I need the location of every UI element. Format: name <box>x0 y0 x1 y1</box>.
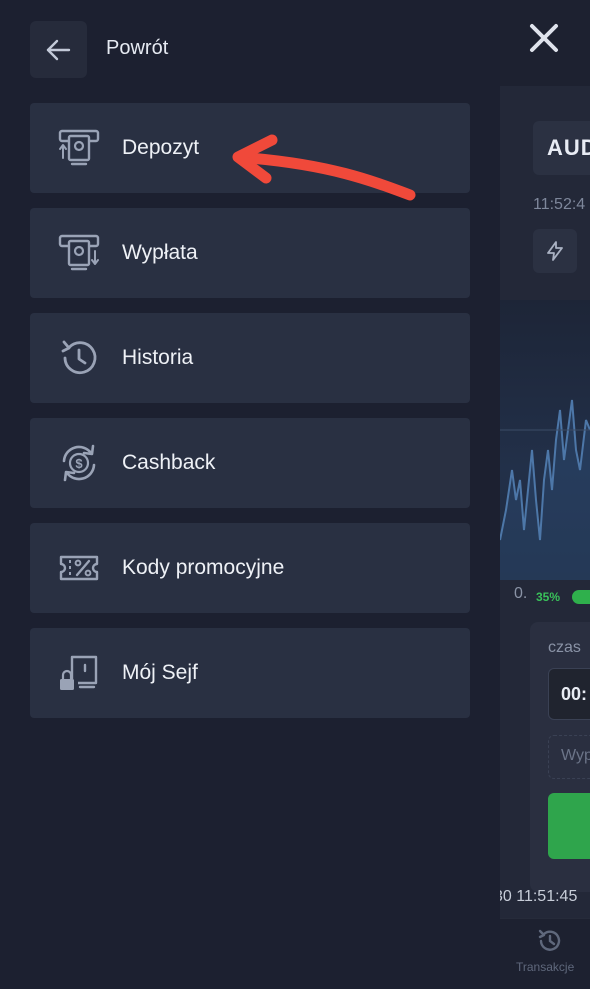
background-top-bar <box>500 0 590 86</box>
menu-item-safe[interactable]: Mój Sejf <box>30 628 470 718</box>
back-button[interactable] <box>30 21 87 78</box>
sentiment-percent: 35% <box>536 590 561 604</box>
chart-price-label: 0. <box>514 585 528 602</box>
side-drawer: Powrót Depozyt Wypłata Historia $ Cashba… <box>0 0 500 989</box>
menu-item-promo-codes[interactable]: Kody promocyjne <box>30 523 470 613</box>
lightning-icon <box>547 241 563 261</box>
menu-item-label: Kody promocyjne <box>122 556 285 579</box>
close-icon[interactable] <box>528 22 560 54</box>
history-icon <box>61 340 97 375</box>
price-chart[interactable] <box>500 300 590 580</box>
buy-button[interactable] <box>548 793 590 859</box>
sentiment-row: 0. 35% <box>500 583 590 613</box>
cashback-icon: $ <box>62 444 96 482</box>
sentiment-bar <box>572 590 590 604</box>
svg-text:$: $ <box>75 456 83 471</box>
server-time: 11:52:4 <box>533 196 586 213</box>
payout-field[interactable]: Wyp <box>548 735 590 779</box>
bottom-timestamps: 30 11:51:45 <box>500 888 578 905</box>
arrow-left-icon <box>46 39 71 61</box>
nav-transactions-label[interactable]: Transakcje <box>516 960 574 974</box>
express-button[interactable] <box>533 229 577 273</box>
menu-item-withdrawal[interactable]: Wypłata <box>30 208 470 298</box>
menu-item-label: Mój Sejf <box>122 661 198 684</box>
time-label: czas <box>548 639 581 656</box>
background-trading-screen: AUD 11:52:4 0. 35% czas 00: Wyp 30 11:51… <box>500 0 590 989</box>
menu-item-history[interactable]: Historia <box>30 313 470 403</box>
back-label[interactable]: Powrót <box>106 37 168 60</box>
menu-item-label: Historia <box>122 346 194 369</box>
menu-item-cashback[interactable]: $ Cashback <box>30 418 470 508</box>
menu-item-label: Cashback <box>122 451 216 474</box>
menu-item-deposit[interactable]: Depozyt <box>30 103 470 193</box>
history-icon[interactable] <box>536 927 564 955</box>
price-line <box>500 399 590 580</box>
withdrawal-icon <box>58 234 100 271</box>
menu-item-label: Wypłata <box>122 241 198 264</box>
bottom-nav: Transakcje <box>500 918 590 989</box>
deposit-icon <box>58 129 100 166</box>
menu-item-label: Depozyt <box>122 136 200 159</box>
time-input[interactable]: 00: <box>548 668 590 720</box>
asset-pair-selector[interactable]: AUD <box>533 121 590 175</box>
promo-code-icon <box>59 555 99 581</box>
safe-icon <box>60 655 98 690</box>
